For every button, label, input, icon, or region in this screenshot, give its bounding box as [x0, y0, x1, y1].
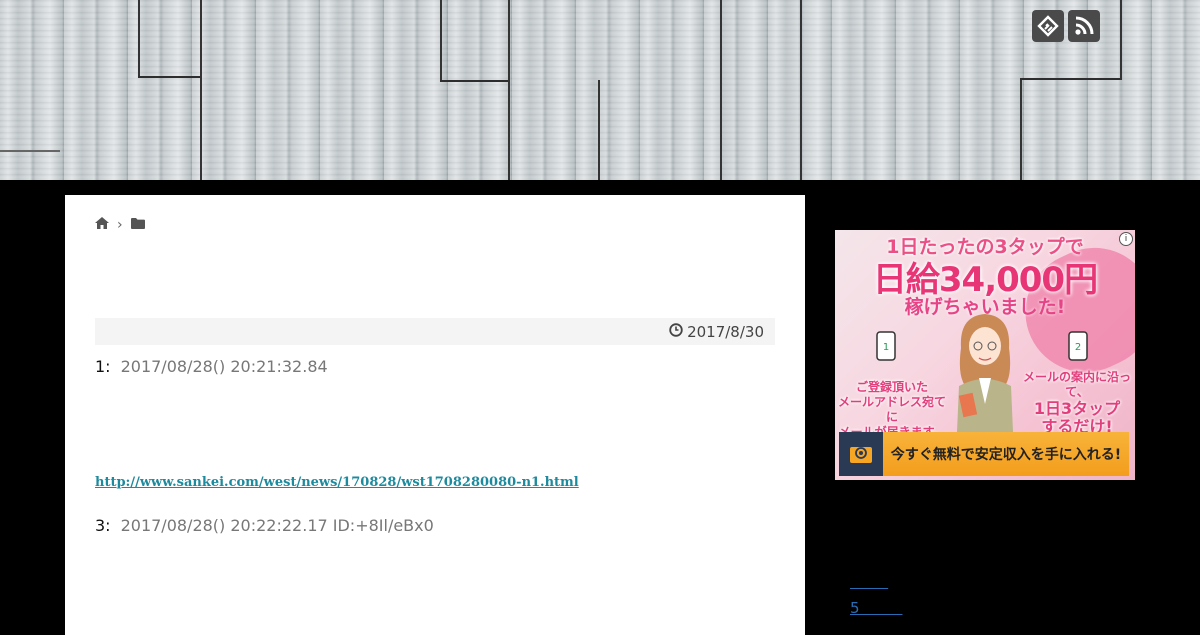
clock-icon	[669, 322, 683, 341]
home-icon[interactable]	[95, 217, 109, 233]
post-date: 2017/8/30	[669, 323, 764, 341]
ad-step1-text: ご登録頂いた メールアドレス宛てに メールが届きます。	[837, 380, 946, 439]
post-number: 1:	[95, 357, 111, 376]
rss-icon[interactable]	[1068, 10, 1100, 42]
breadcrumb-separator: ›	[117, 217, 123, 233]
post-entry-3: 3: 2017/08/28() 20:22:22.17 ID:+8Il/eBx0	[95, 516, 434, 535]
phone-icon: 2	[1068, 331, 1088, 361]
ad-step2-text: メールの案内に沿って、 1日3タップ するだけ!	[1022, 370, 1131, 436]
svg-text:2: 2	[1075, 342, 1081, 353]
ad-cta-button[interactable]: 今すぐ無料で安定収入を手に入れる!	[839, 432, 1129, 476]
svg-text:1: 1	[883, 342, 889, 353]
woman-illustration	[957, 314, 1013, 432]
sidebar-ad[interactable]: i 1日たったの3タップで 日給34,000円 稼げちゃいました! 1 2 ご登…	[835, 230, 1135, 480]
header-banner	[0, 0, 1200, 180]
post-date-text: 2017/8/30	[687, 322, 764, 341]
post-info: 2017/08/28() 20:22:22.17 ID:+8Il/eBx0	[120, 516, 434, 535]
feedly-icon[interactable]	[1032, 10, 1064, 42]
post-info: 2017/08/28() 20:21:32.84	[120, 357, 328, 376]
post-meta-bar: 2017/8/30	[95, 318, 775, 345]
phone-icon: 1	[876, 331, 896, 361]
post-number: 3:	[95, 516, 111, 535]
social-links	[1032, 10, 1100, 42]
sidebar-link[interactable]: 5	[850, 599, 902, 617]
folder-icon[interactable]	[130, 217, 145, 233]
sidebar-link[interactable]	[850, 573, 888, 591]
article-link[interactable]: http://www.sankei.com/west/news/170828/w…	[95, 475, 579, 490]
post-entry-1: 1: 2017/08/28() 20:21:32.84	[95, 357, 328, 376]
mail-icon	[839, 432, 883, 476]
breadcrumb: ›	[95, 217, 145, 233]
article-card: › 2017/8/30 1: 2017/08/28() 20:21:32.84 h…	[65, 195, 805, 635]
ad-cta-text: 今すぐ無料で安定収入を手に入れる!	[890, 447, 1122, 463]
